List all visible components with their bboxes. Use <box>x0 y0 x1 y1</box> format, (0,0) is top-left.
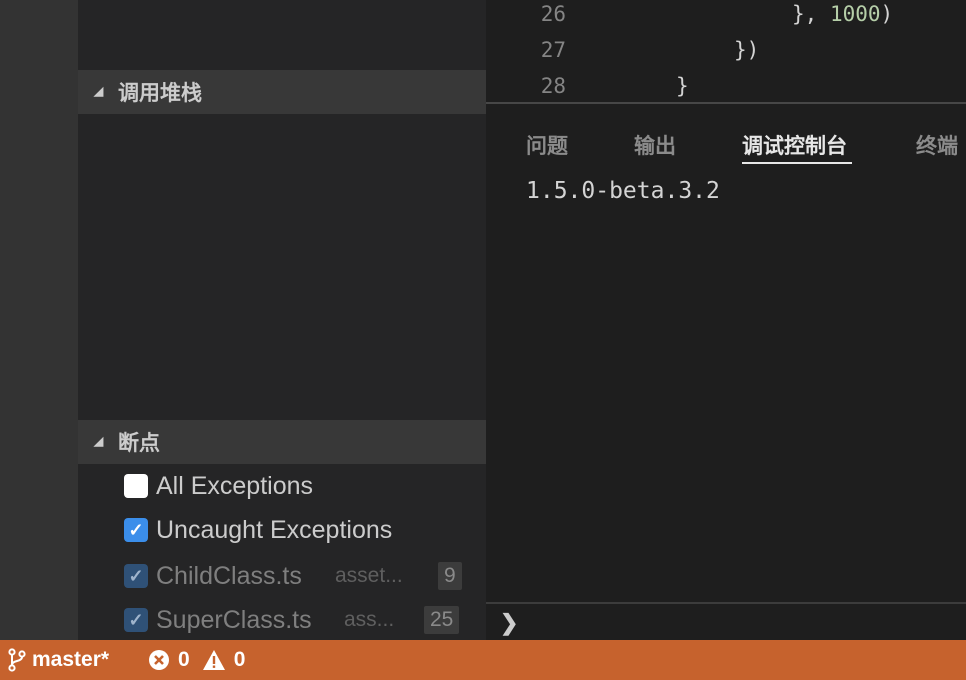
triangle-down-icon: ◢ <box>94 84 104 98</box>
breakpoint-item-uncaught-exceptions[interactable]: ✓ Uncaught Exceptions <box>78 508 486 552</box>
breakpoint-checkbox[interactable]: ✓ <box>124 518 148 542</box>
tab-problems[interactable]: 问题 <box>526 130 568 160</box>
triangle-down-icon: ◢ <box>94 434 104 448</box>
breakpoint-line-badge: 25 <box>424 606 460 634</box>
problems-indicator[interactable]: 0 0 <box>148 648 245 672</box>
code-line: 27 }) <box>486 38 966 74</box>
branch-indicator[interactable]: master* <box>8 648 109 672</box>
line-number: 28 <box>540 74 566 98</box>
callstack-section-header[interactable]: ◢ 调用堆栈 <box>78 70 486 114</box>
callstack-title: 调用堆栈 <box>118 82 202 105</box>
console-output-line: 1.5.0-beta.3.2 <box>526 178 720 204</box>
active-tab-indicator <box>742 162 852 164</box>
breakpoint-label: All Exceptions <box>156 471 314 500</box>
code-editor[interactable]: 26 }, 1000) 27 }) 28 } <box>486 0 966 102</box>
error-count: 0 <box>178 648 190 671</box>
tab-output[interactable]: 输出 <box>634 130 676 160</box>
code-text: }, 1000) <box>792 2 894 26</box>
breakpoint-path: asset... <box>335 564 403 587</box>
breakpoint-label: SuperClass.ts <box>156 605 312 634</box>
breakpoint-label: Uncaught Exceptions <box>156 515 393 544</box>
tab-terminal[interactable]: 终端 <box>916 130 958 160</box>
breakpoint-label: ChildClass.ts <box>156 561 302 590</box>
console-input-divider <box>486 602 966 604</box>
checkmark-icon: ✓ <box>128 520 144 540</box>
console-prompt-icon[interactable]: ❯ <box>500 610 518 636</box>
code-text: }) <box>734 38 760 62</box>
error-icon <box>148 649 170 671</box>
breakpoint-checkbox[interactable]: ✓ <box>124 608 148 632</box>
breakpoints-section-header[interactable]: ◢ 断点 <box>78 420 486 464</box>
breakpoint-path: ass... <box>344 608 395 631</box>
git-branch-icon <box>8 648 26 672</box>
breakpoint-item-superclass[interactable]: ✓ SuperClass.ts ass... 25 <box>78 598 486 642</box>
line-number: 26 <box>540 2 566 26</box>
code-line: 28 } <box>486 74 966 102</box>
line-number: 27 <box>540 38 566 62</box>
breakpoint-checkbox[interactable]: ✓ <box>124 564 148 588</box>
activity-bar <box>0 0 78 640</box>
breakpoint-item-childclass[interactable]: ✓ ChildClass.ts asset... 9 <box>78 554 486 598</box>
bottom-panel: 问题 输出 调试控制台 终端 1.5.0-beta.3.2 ❯ <box>486 104 966 640</box>
checkmark-icon: ✓ <box>128 566 144 586</box>
branch-name: master* <box>32 648 110 671</box>
warning-count: 0 <box>233 648 246 671</box>
code-text: } <box>676 74 689 98</box>
debug-sidebar: ◢ 调用堆栈 ◢ 断点 All Exceptions ✓ Uncaught Ex… <box>78 0 486 640</box>
breakpoint-checkbox[interactable] <box>124 474 148 498</box>
breakpoints-title: 断点 <box>118 432 160 455</box>
tab-debug-console[interactable]: 调试控制台 <box>742 130 847 160</box>
breakpoint-item-all-exceptions[interactable]: All Exceptions <box>78 464 486 508</box>
warning-icon <box>202 649 226 671</box>
breakpoint-line-badge: 9 <box>438 562 462 590</box>
status-bar: master* 0 0 <box>0 640 966 680</box>
checkmark-icon: ✓ <box>128 610 144 630</box>
code-line: 26 }, 1000) <box>486 2 966 38</box>
